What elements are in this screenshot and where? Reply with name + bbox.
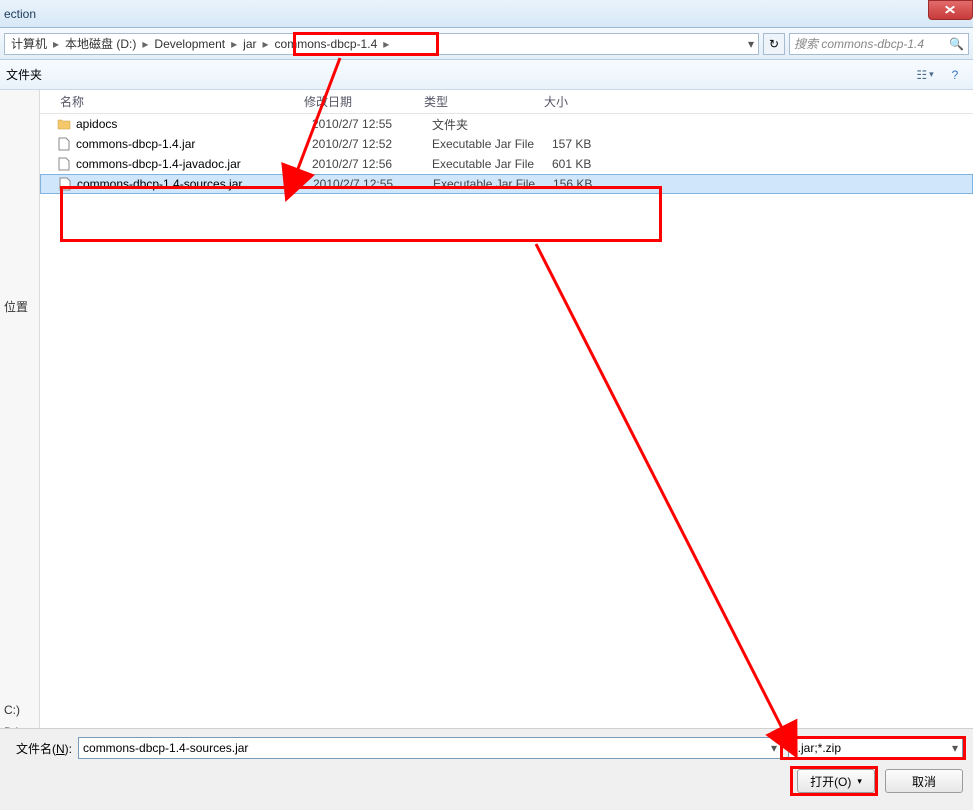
file-type: Executable Jar File: [432, 157, 552, 171]
open-button[interactable]: 打开(O) ▾: [797, 769, 875, 793]
chevron-down-icon[interactable]: ▾: [952, 741, 958, 755]
column-type[interactable]: 类型: [416, 93, 536, 110]
file-size: 156 KB: [553, 177, 633, 191]
column-date[interactable]: 修改日期: [296, 93, 416, 110]
crumb-jar[interactable]: jar: [241, 37, 258, 51]
close-button[interactable]: ✕: [928, 0, 973, 20]
view-icon: ☷: [916, 68, 927, 82]
column-headers: 名称 修改日期 类型 大小: [40, 90, 973, 114]
address-row: 计算机 ▸ 本地磁盘 (D:) ▸ Development ▸ jar ▸ co…: [0, 28, 973, 60]
chevron-right-icon: ▸: [261, 37, 271, 51]
file-date: 2010/2/7 12:55: [313, 177, 433, 191]
refresh-icon: ↻: [769, 37, 779, 51]
filetype-value: *.jar;*.zip: [793, 741, 841, 755]
file-date: 2010/2/7 12:55: [312, 117, 432, 131]
filetype-combo[interactable]: *.jar;*.zip ▾: [788, 737, 963, 759]
cancel-button[interactable]: 取消: [885, 769, 963, 793]
file-list: 名称 修改日期 类型 大小 apidocs2010/2/7 12:55文件夹co…: [40, 90, 973, 728]
chevron-down-icon[interactable]: ▾: [748, 37, 754, 51]
file-name: commons-dbcp-1.4-sources.jar: [77, 177, 313, 191]
sidebar-drive-c[interactable]: C:): [2, 699, 37, 721]
filename-label: 文件名(N):: [16, 740, 72, 757]
chevron-right-icon: ▸: [229, 37, 239, 51]
crumb-drive-d[interactable]: 本地磁盘 (D:): [63, 35, 138, 52]
column-name[interactable]: 名称: [40, 93, 296, 110]
chevron-down-icon[interactable]: ▾: [771, 741, 777, 755]
file-icon: [57, 176, 73, 192]
close-icon: ✕: [944, 3, 957, 17]
file-name: commons-dbcp-1.4-javadoc.jar: [76, 157, 312, 171]
chevron-down-icon: ▾: [929, 69, 934, 80]
file-icon: [56, 136, 72, 152]
column-size[interactable]: 大小: [536, 93, 616, 110]
help-icon: ?: [952, 68, 959, 82]
chevron-right-icon: ▸: [381, 37, 391, 51]
search-input[interactable]: 搜索 commons-dbcp-1.4 🔍: [789, 33, 969, 55]
table-row[interactable]: commons-dbcp-1.4-javadoc.jar2010/2/7 12:…: [40, 154, 973, 174]
toolbar: 文件夹 ☷▾ ?: [0, 60, 973, 90]
crumb-commons-dbcp[interactable]: commons-dbcp-1.4: [273, 37, 380, 51]
file-icon: [56, 156, 72, 172]
view-options-button[interactable]: ☷▾: [913, 65, 937, 85]
filename-value: commons-dbcp-1.4-sources.jar: [83, 741, 248, 755]
chevron-down-icon: ▾: [857, 776, 862, 787]
filename-input[interactable]: commons-dbcp-1.4-sources.jar ▾: [78, 737, 782, 759]
search-icon: 🔍: [949, 37, 964, 51]
help-button[interactable]: ?: [943, 65, 967, 85]
file-date: 2010/2/7 12:52: [312, 137, 432, 151]
search-placeholder: 搜索 commons-dbcp-1.4: [794, 35, 924, 52]
file-size: 157 KB: [552, 137, 632, 151]
file-name: apidocs: [76, 117, 312, 131]
table-row[interactable]: commons-dbcp-1.4.jar2010/2/7 12:52Execut…: [40, 134, 973, 154]
title-bar: ection ✕: [0, 0, 973, 28]
chevron-right-icon: ▸: [51, 37, 61, 51]
crumb-development[interactable]: Development: [152, 37, 227, 51]
folder-icon: [56, 116, 72, 132]
window-title: ection: [4, 7, 36, 21]
new-folder-button[interactable]: 文件夹: [6, 66, 42, 83]
file-date: 2010/2/7 12:56: [312, 157, 432, 171]
breadcrumb[interactable]: 计算机 ▸ 本地磁盘 (D:) ▸ Development ▸ jar ▸ co…: [4, 33, 759, 55]
bottom-bar: 文件名(N): commons-dbcp-1.4-sources.jar ▾ *…: [0, 728, 973, 810]
sidebar-location-label: 位置: [2, 294, 37, 319]
refresh-button[interactable]: ↻: [763, 33, 785, 55]
table-row[interactable]: apidocs2010/2/7 12:55文件夹: [40, 114, 973, 134]
file-name: commons-dbcp-1.4.jar: [76, 137, 312, 151]
crumb-computer[interactable]: 计算机: [9, 35, 49, 52]
chevron-right-icon: ▸: [140, 37, 150, 51]
file-type: Executable Jar File: [433, 177, 553, 191]
file-type: 文件夹: [432, 116, 552, 133]
sidebar: 位置 C:) D:): [0, 90, 40, 728]
file-size: 601 KB: [552, 157, 632, 171]
table-row[interactable]: commons-dbcp-1.4-sources.jar2010/2/7 12:…: [40, 174, 973, 194]
file-type: Executable Jar File: [432, 137, 552, 151]
